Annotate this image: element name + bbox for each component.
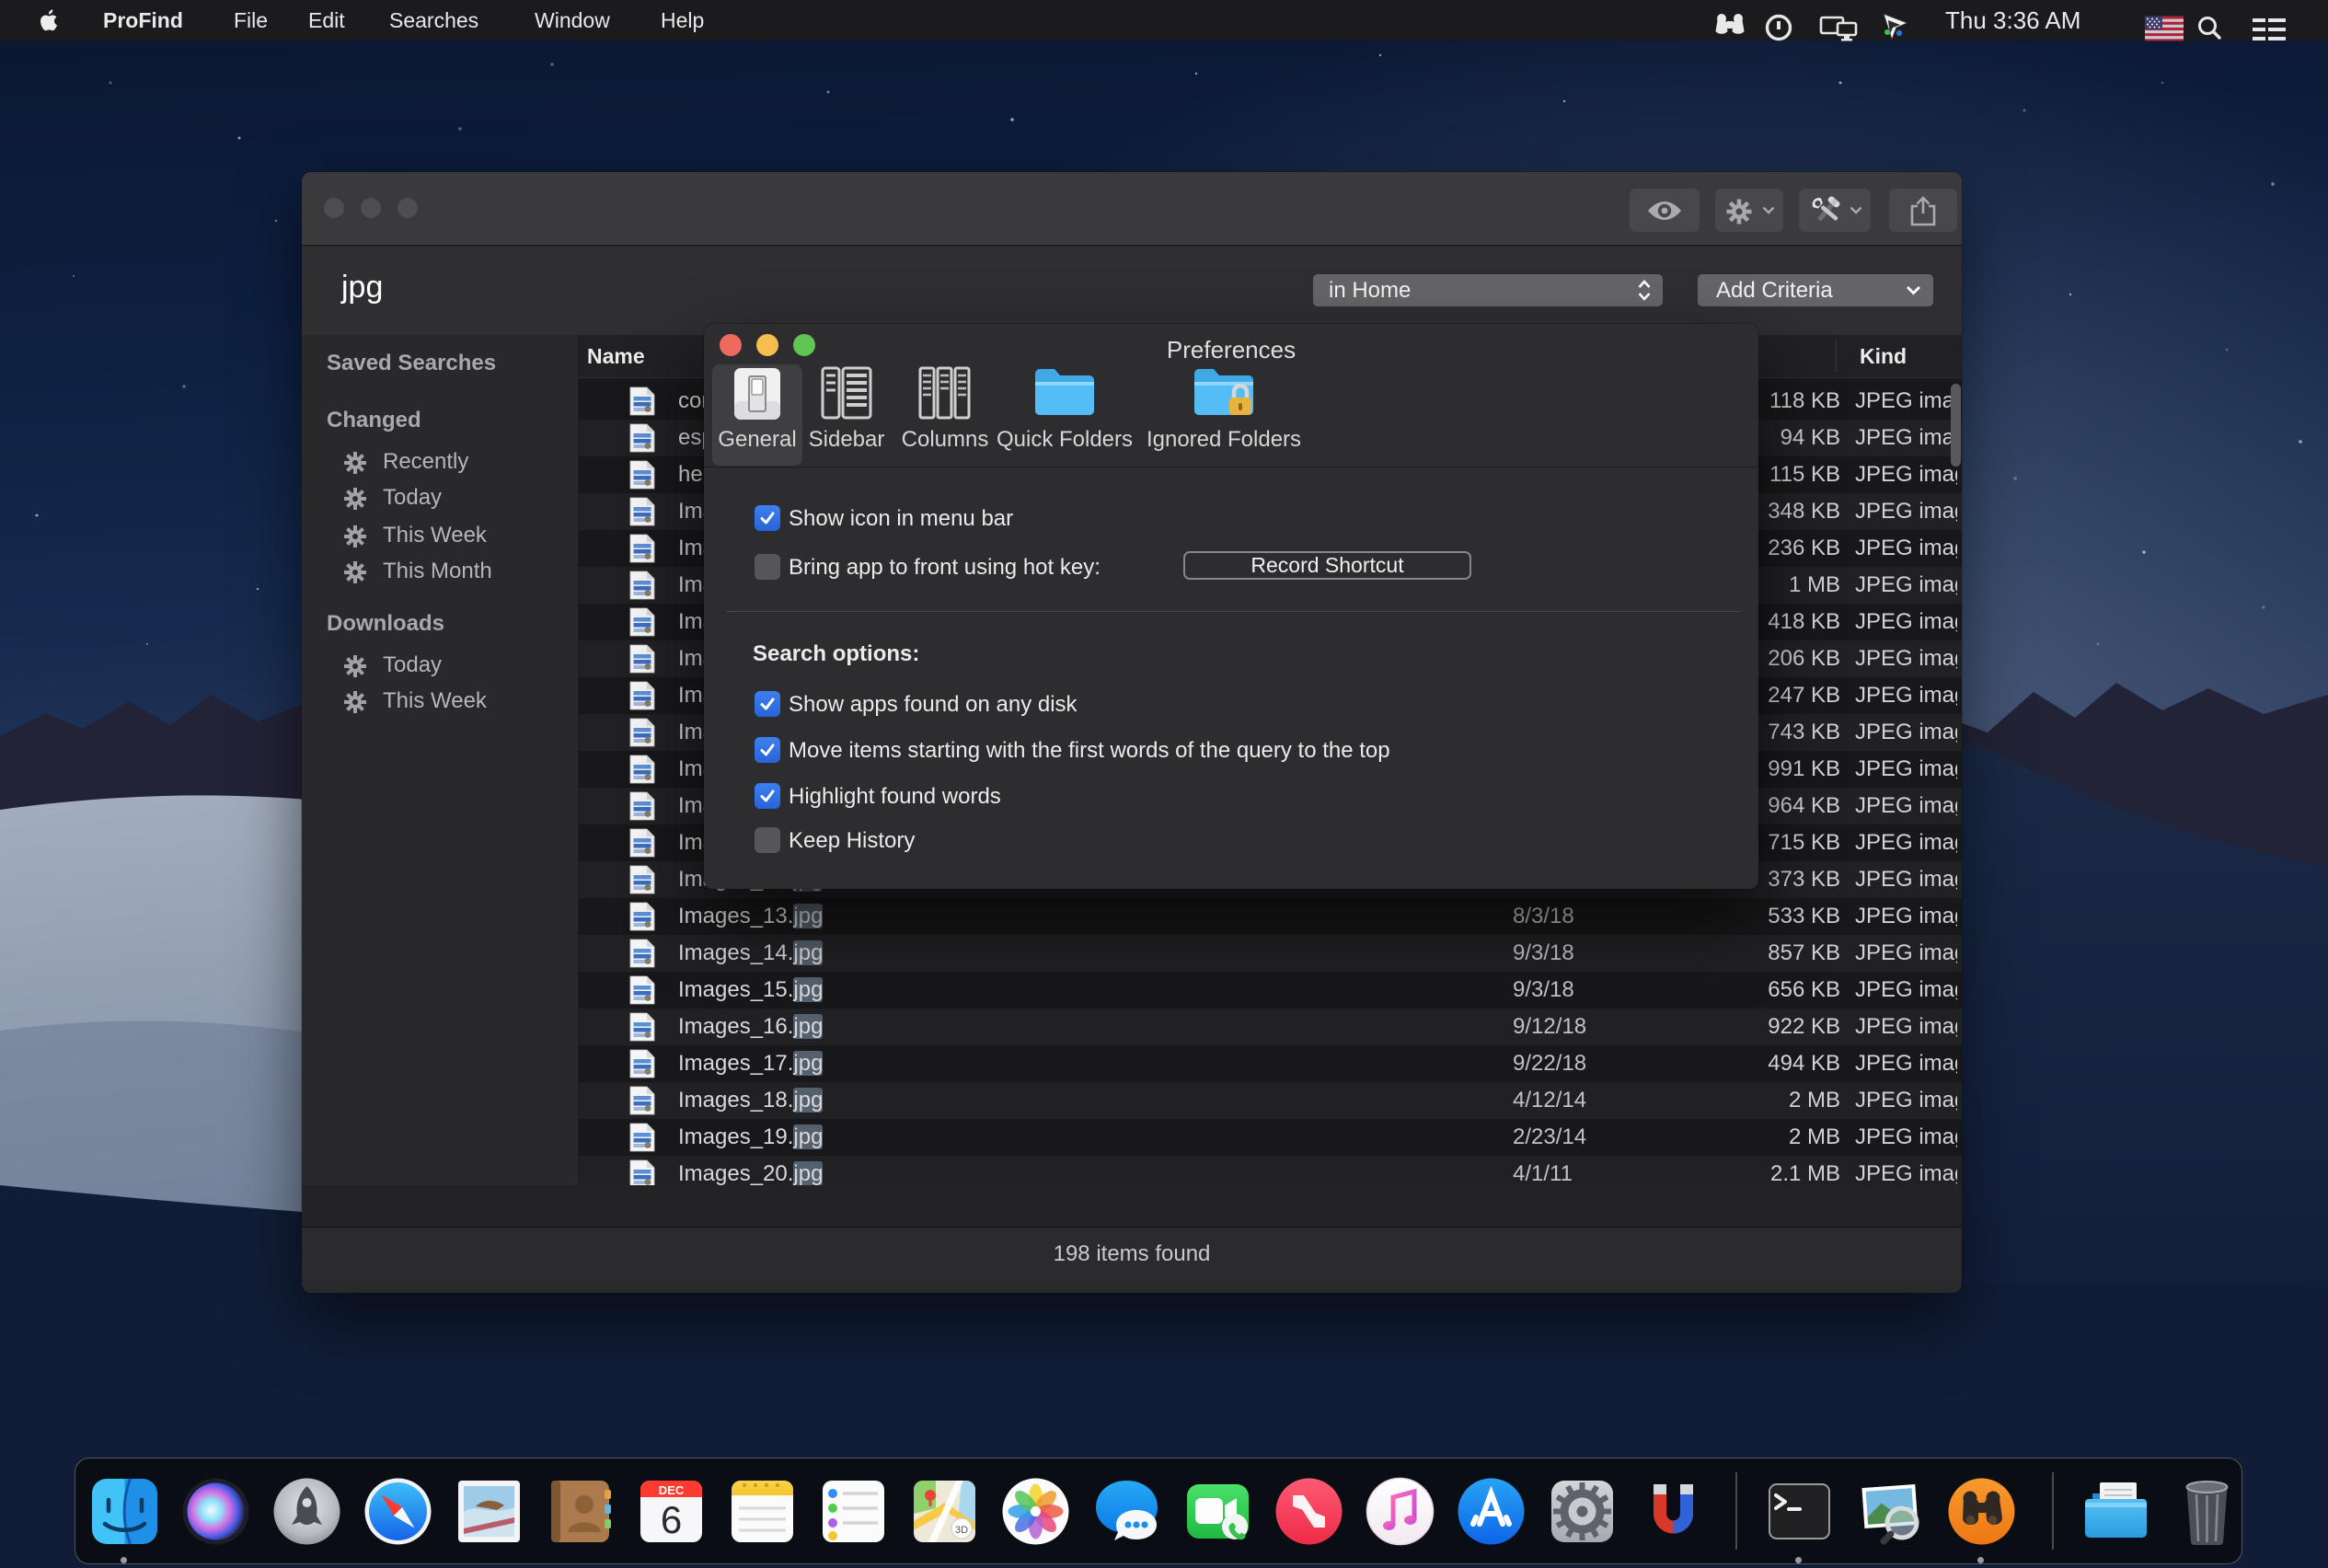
svg-text:DEC: DEC	[659, 1483, 685, 1497]
svg-text:6: 6	[661, 1498, 682, 1541]
svg-text:3D: 3D	[955, 1525, 968, 1536]
